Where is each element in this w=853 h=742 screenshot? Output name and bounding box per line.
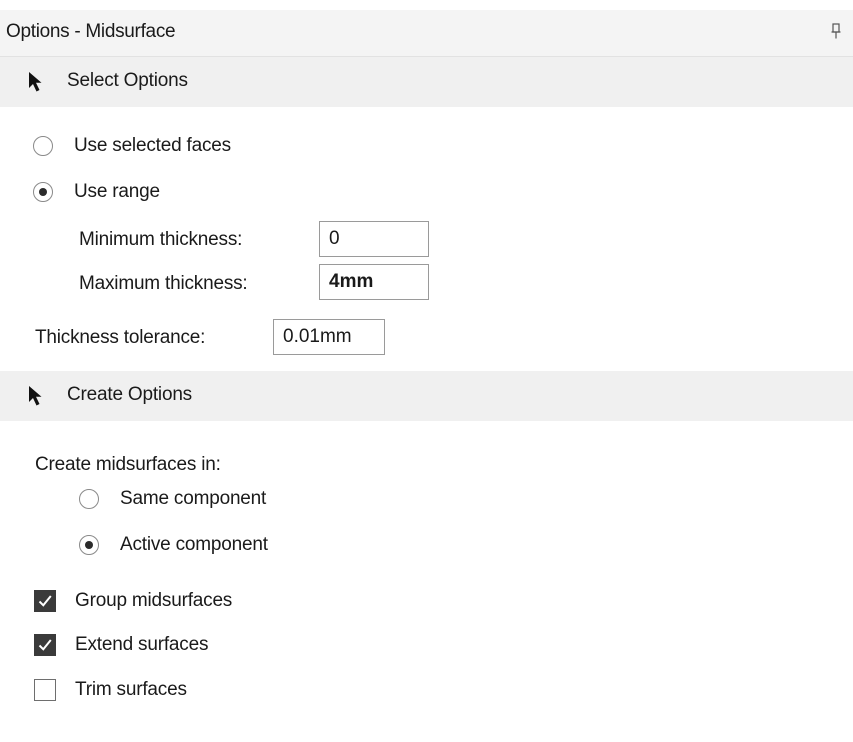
create-options-header[interactable]: Create Options <box>0 371 853 421</box>
thickness-tolerance-input[interactable] <box>273 319 385 355</box>
trim-surfaces-checkbox[interactable] <box>34 679 56 701</box>
min-thickness-input[interactable] <box>319 221 429 257</box>
create-in-label: Create midsurfaces in: <box>35 454 221 475</box>
use-range-radio[interactable] <box>33 182 53 202</box>
use-selected-faces-label: Use selected faces <box>74 135 231 156</box>
min-thickness-label: Minimum thickness: <box>79 229 243 250</box>
active-component-option[interactable]: Active component <box>79 529 268 561</box>
panel-titlebar: Options - Midsurface <box>0 10 853 57</box>
max-thickness-label: Maximum thickness: <box>79 273 248 294</box>
same-component-radio[interactable] <box>79 489 99 509</box>
max-thickness-input[interactable] <box>319 264 429 300</box>
extend-surfaces-option[interactable]: Extend surfaces <box>34 629 208 661</box>
select-options-header[interactable]: Select Options <box>0 57 853 107</box>
use-range-label: Use range <box>74 181 160 202</box>
same-component-label: Same component <box>120 488 267 509</box>
select-options-label: Select Options <box>67 70 188 91</box>
same-component-option[interactable]: Same component <box>79 483 266 515</box>
thickness-tolerance-label: Thickness tolerance: <box>35 327 206 348</box>
use-selected-faces-option[interactable]: Use selected faces <box>33 130 231 162</box>
panel-title: Options - Midsurface <box>6 21 176 42</box>
midsurface-options-panel: Options - Midsurface Select Options Use … <box>0 0 853 742</box>
active-component-label: Active component <box>120 534 268 555</box>
cursor-arrow-icon <box>27 71 45 93</box>
group-midsurfaces-label: Group midsurfaces <box>75 590 233 611</box>
group-midsurfaces-checkbox[interactable] <box>34 590 56 612</box>
trim-surfaces-label: Trim surfaces <box>75 679 187 700</box>
use-range-option[interactable]: Use range <box>33 176 160 208</box>
create-options-label: Create Options <box>67 384 192 405</box>
active-component-radio[interactable] <box>79 535 99 555</box>
extend-surfaces-checkbox[interactable] <box>34 634 56 656</box>
extend-surfaces-label: Extend surfaces <box>75 634 209 655</box>
trim-surfaces-option[interactable]: Trim surfaces <box>34 674 187 706</box>
group-midsurfaces-option[interactable]: Group midsurfaces <box>34 585 232 617</box>
pin-icon[interactable] <box>831 23 841 39</box>
use-selected-faces-radio[interactable] <box>33 136 53 156</box>
cursor-arrow-icon <box>27 385 45 407</box>
